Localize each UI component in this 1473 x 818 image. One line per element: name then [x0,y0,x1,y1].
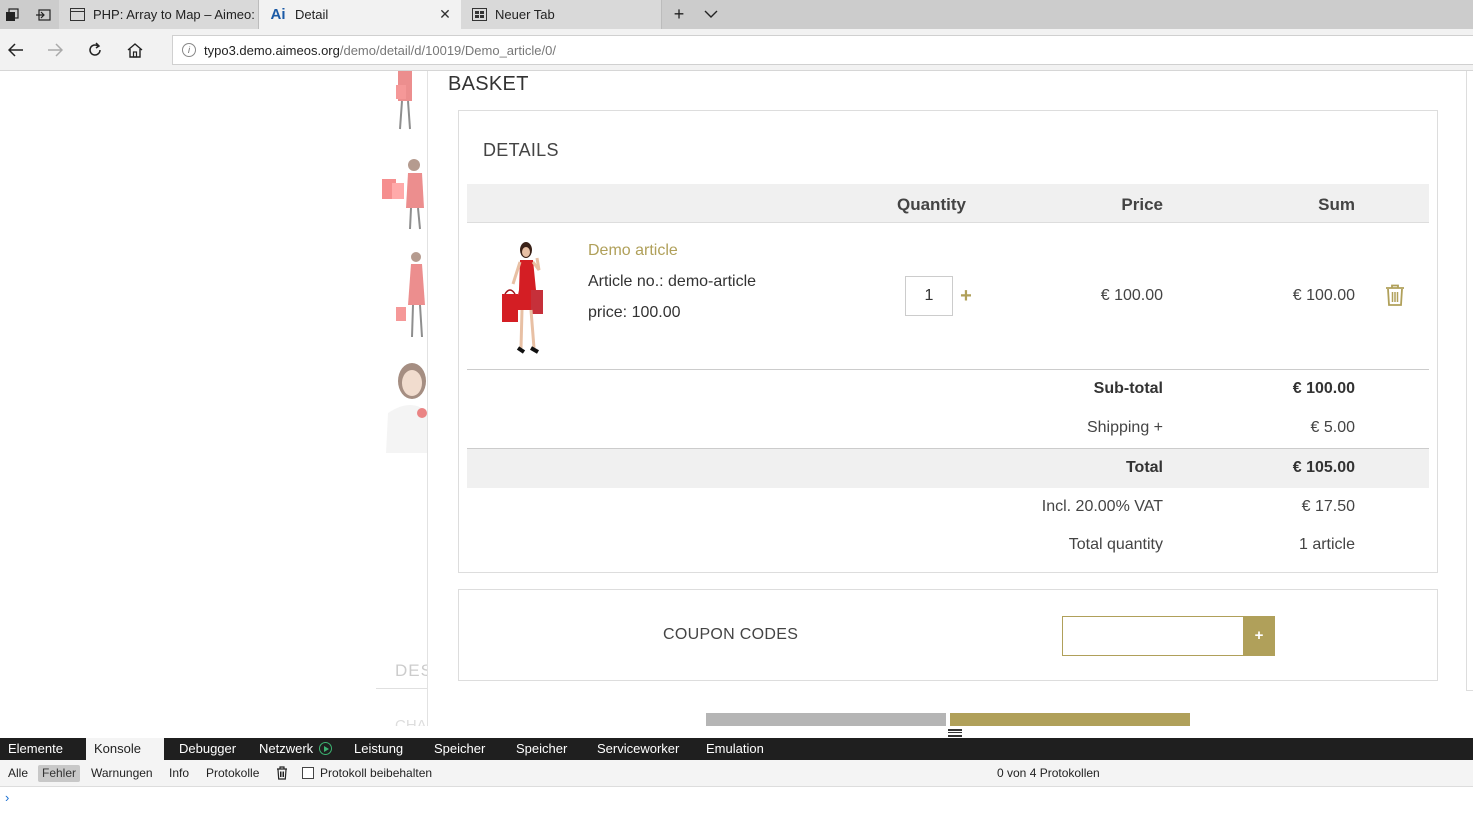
new-tab-plus-icon[interactable]: + [667,3,691,25]
console-prompt-icon: › [5,790,10,805]
aimeos-favicon-icon: Ai [270,6,286,23]
back-button[interactable] [706,713,946,726]
devtools-tab-emulation[interactable]: Emulation [698,738,772,760]
thumbnail-image[interactable] [378,153,428,233]
divider [1466,690,1473,691]
details-title: DETAILS [483,140,559,160]
subtotal-value: € 100.00 [1292,380,1355,397]
vat-label: Incl. 20.00% VAT [1041,498,1163,515]
product-name-link[interactable]: Demo article [588,242,678,260]
devtools-tab-speicher-memory[interactable]: Speicher [426,738,493,760]
filter-warnungen[interactable]: Warnungen [88,765,156,782]
keep-log-checkbox[interactable] [302,767,314,779]
page-viewport: DES CHA BASKET DETAILS Quantity Price Su… [0,71,1473,726]
tab-list-chevron-down-icon[interactable] [699,3,723,25]
forward-arrow-icon[interactable] [43,39,67,61]
divider [467,369,1429,370]
devtools-tab-netzwerk[interactable]: Netzwerk [251,738,340,760]
refresh-icon[interactable] [83,39,107,61]
total-label: Total [1125,459,1163,476]
table-header: Quantity Price Sum [467,184,1429,223]
devtools-tab-serviceworker[interactable]: Serviceworker [589,738,687,760]
tab-neuer-tab[interactable]: Neuer Tab [461,0,662,29]
home-icon[interactable] [123,39,147,61]
devtools-tab-label: Netzwerk [259,741,314,756]
record-icon [318,742,332,755]
total-value: € 105.00 [1292,459,1355,476]
devtools-tab-konsole[interactable]: Konsole [86,738,164,760]
tab-actions-icon[interactable] [2,5,22,25]
quantity-input[interactable]: 1 [905,276,953,316]
devtools-tab-elemente[interactable]: Elemente [0,738,71,760]
keep-log-label[interactable]: Protokoll beibehalten [320,765,432,782]
product-image[interactable] [489,240,559,358]
basket-details: DETAILS Quantity Price Sum Demo article … [458,110,1438,573]
column-header-quantity: Quantity [897,195,966,214]
set-tabs-aside-icon[interactable] [33,5,53,25]
trash-icon[interactable] [1385,284,1405,306]
total-quantity-label: Total quantity [1068,536,1163,553]
filter-alle[interactable]: Alle [5,765,31,782]
console-input[interactable]: › [0,787,1473,818]
new-tab-page-icon [471,8,487,22]
coupon-input[interactable] [1062,616,1243,656]
article-number: Article no.: demo-article [588,273,757,290]
shipping-value: € 5.00 [1310,419,1355,436]
tab-php-array-to-map[interactable]: PHP: Array to Map – Aimeo: [59,0,259,29]
column-header-sum: Sum [1318,195,1355,214]
item-sum: € 100.00 [1292,287,1355,304]
devtools-tab-speicher-storage[interactable]: Speicher [508,738,575,760]
devtools-tab-debugger[interactable]: Debugger [171,738,244,760]
price-attribute: price: 100.00 [588,304,681,321]
filter-info[interactable]: Info [166,765,192,782]
checkout-button[interactable] [950,713,1190,726]
tab-title: Neuer Tab [495,7,555,22]
thumbnail-image[interactable] [378,247,428,341]
filter-protokolle[interactable]: Protokolle [203,765,262,782]
back-arrow-icon[interactable] [4,39,28,61]
coupon-section: COUPON CODES + [458,589,1438,681]
add-coupon-button[interactable]: + [1243,616,1275,656]
browser-toolbar: i typo3.demo.aimeos.org/demo/detail/d/10… [0,29,1473,71]
url-path: /demo/detail/d/10019/Demo_article/0/ [339,42,556,58]
address-bar[interactable]: i typo3.demo.aimeos.org/demo/detail/d/10… [172,35,1473,65]
thumbnail-image[interactable] [378,353,428,453]
tab-detail[interactable]: Ai Detail ✕ [259,0,461,29]
shipping-label: Shipping + [1086,419,1163,436]
divider [1466,71,1467,690]
thumbnail-image[interactable] [378,71,428,133]
devtools-resize-bar[interactable] [0,726,1473,738]
site-info-icon[interactable]: i [182,43,196,57]
subtotal-label: Sub-total [1093,380,1163,397]
item-price: € 100.00 [1100,287,1163,304]
column-header-price: Price [1121,195,1163,214]
filter-fehler[interactable]: Fehler [38,765,81,782]
devtools-tabs: Elemente Konsole Debugger Netzwerk Leist… [0,738,1473,760]
vat-value: € 17.50 [1301,498,1355,515]
clear-console-trash-icon[interactable] [276,766,288,780]
total-row: Total € 105.00 [467,448,1429,488]
characteristics-heading: CHA [395,717,427,726]
quantity-increase-plus-icon[interactable]: + [958,286,974,306]
browser-tab-strip: PHP: Array to Map – Aimeo: Ai Detail ✕ N… [0,0,1473,29]
tab-title: Detail [295,7,329,22]
resize-handle-icon[interactable] [948,729,962,737]
divider [376,688,428,689]
console-toolbar: Alle Fehler Warnungen Info Protokolle Pr… [0,760,1473,787]
page-icon [69,8,85,22]
close-tab-icon[interactable]: ✕ [435,6,455,23]
url-host: typo3.demo.aimeos.org [204,42,340,58]
coupon-label: COUPON CODES [663,626,799,643]
basket-title: BASKET [448,73,529,95]
tab-title: PHP: Array to Map – Aimeo: [93,7,255,22]
log-count: 0 von 4 Protokollen [997,766,1100,780]
devtools-tab-leistung[interactable]: Leistung [346,738,411,760]
total-quantity-value: 1 article [1298,536,1355,553]
basket-overlay: BASKET DETAILS Quantity Price Sum Demo a [427,71,1466,726]
